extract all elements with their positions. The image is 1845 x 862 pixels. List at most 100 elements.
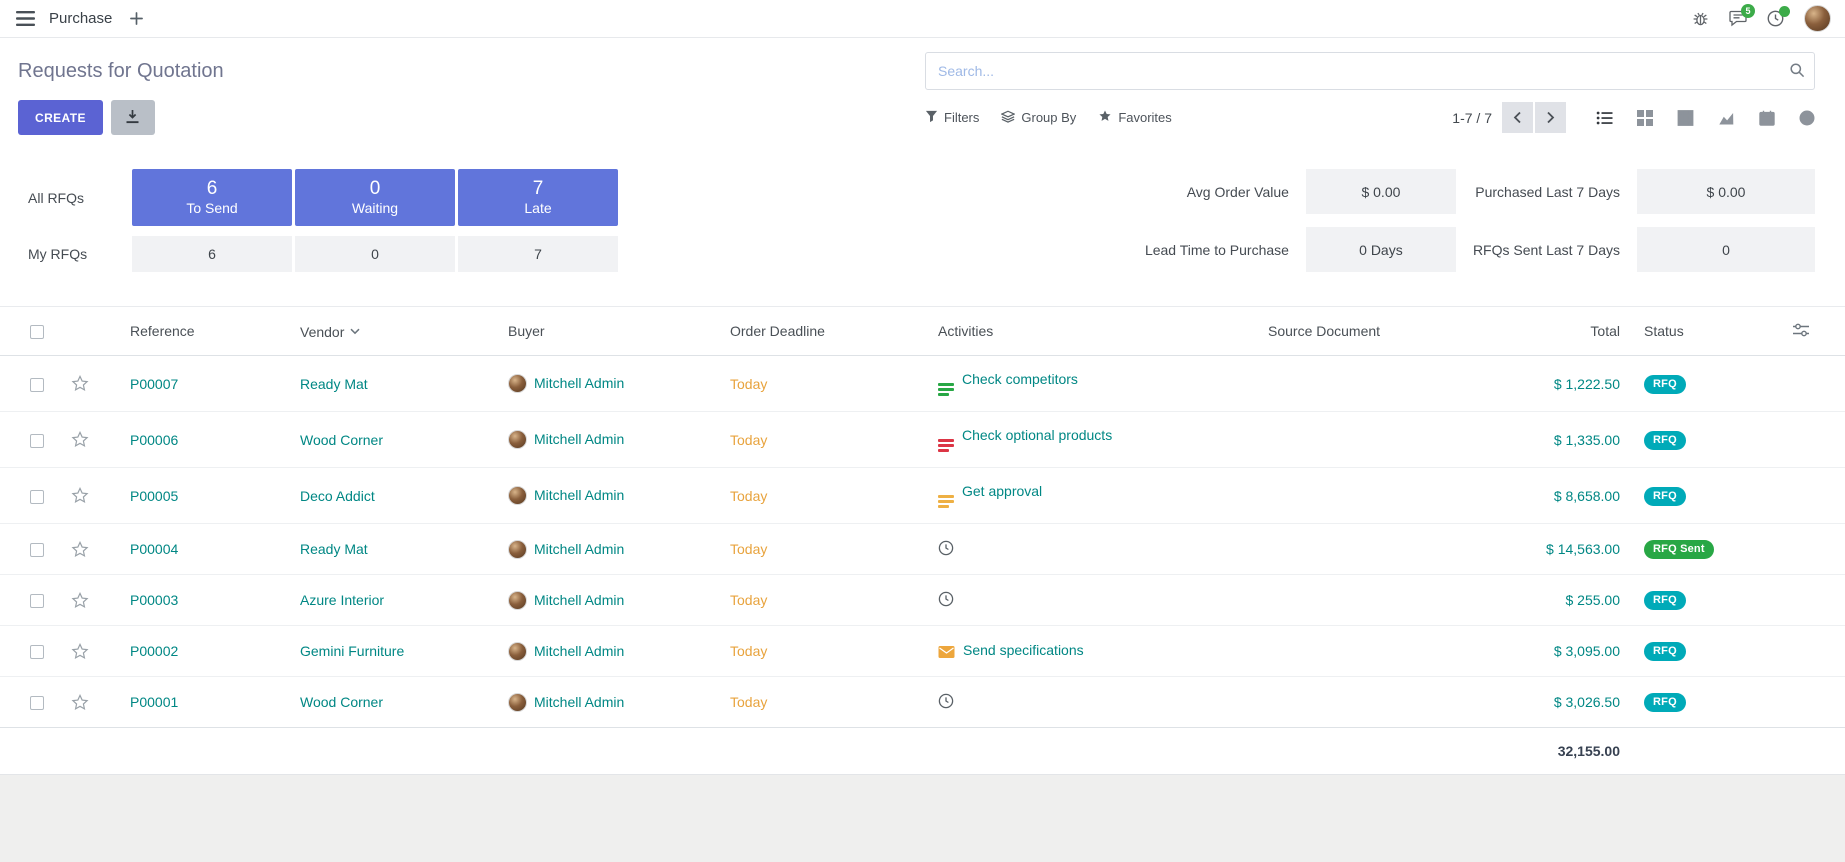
graph-view-icon[interactable] [1718,110,1735,126]
avg-order-value: $ 0.00 [1306,169,1456,214]
buyer-link[interactable]: Mitchell Admin [534,487,624,503]
pivot-view-icon[interactable] [1677,110,1694,126]
list-view-icon[interactable] [1596,110,1613,126]
vendor-link[interactable]: Wood Corner [300,694,383,710]
rfq-reference-link[interactable]: P00003 [130,592,178,608]
kpi-to-send[interactable]: 6 To Send [132,169,292,226]
row-checkbox[interactable] [30,594,44,608]
buyer-link[interactable]: Mitchell Admin [534,541,624,557]
activity-link[interactable]: Send specifications [963,642,1084,658]
my-waiting[interactable]: 0 [295,236,455,272]
vendor-link[interactable]: Azure Interior [300,592,384,608]
search-input[interactable] [925,52,1815,90]
status-badge: RFQ [1644,375,1686,394]
export-button[interactable] [111,100,155,135]
select-all-checkbox[interactable] [30,325,44,339]
schedule-activity-clock-icon[interactable] [938,594,954,610]
activity-link[interactable]: Check optional products [962,427,1112,443]
table-row[interactable]: P00001 Wood Corner Mitchell Admin Today … [0,677,1845,728]
column-header-source-document[interactable]: Source Document [1256,307,1470,356]
calendar-view-icon[interactable] [1759,110,1775,126]
column-header-buyer[interactable]: Buyer [496,307,718,356]
layers-icon [1001,110,1015,126]
buyer-link[interactable]: Mitchell Admin [534,592,624,608]
rfq-reference-link[interactable]: P00001 [130,694,178,710]
favorites-button[interactable]: Favorites [1098,109,1171,126]
view-switcher [1596,110,1815,126]
vendor-link[interactable]: Wood Corner [300,432,383,448]
column-header-order-deadline[interactable]: Order Deadline [718,307,926,356]
star-icon [1098,109,1112,126]
vendor-link[interactable]: Ready Mat [300,376,368,392]
my-late[interactable]: 7 [458,236,618,272]
vendor-link[interactable]: Ready Mat [300,541,368,557]
search-icon[interactable] [1789,62,1805,81]
favorite-star-icon[interactable] [70,591,90,610]
table-row[interactable]: P00005 Deco Addict Mitchell Admin Today … [0,468,1845,524]
activity-view-icon[interactable] [1799,110,1815,126]
kanban-view-icon[interactable] [1637,110,1653,126]
debug-bug-icon[interactable] [1692,10,1709,27]
column-header-total[interactable]: Total [1470,307,1632,356]
vendor-link[interactable]: Deco Addict [300,488,375,504]
pager-next-button[interactable] [1535,102,1566,133]
table-row[interactable]: P00003 Azure Interior Mitchell Admin Tod… [0,575,1845,626]
app-name[interactable]: Purchase [49,10,112,27]
activity-link[interactable]: Check competitors [962,371,1078,387]
rfq-reference-link[interactable]: P00007 [130,376,178,392]
activity-tasks-icon[interactable] [938,383,954,396]
rfq-reference-link[interactable]: P00006 [130,432,178,448]
buyer-link[interactable]: Mitchell Admin [534,643,624,659]
row-checkbox[interactable] [30,490,44,504]
group-by-button[interactable]: Group By [1001,110,1076,126]
user-menu[interactable] [1804,5,1831,32]
pager-previous-button[interactable] [1502,102,1533,133]
vendor-link[interactable]: Gemini Furniture [300,643,404,659]
activities-clock-icon[interactable] [1767,10,1784,27]
row-checkbox[interactable] [30,696,44,710]
row-checkbox[interactable] [30,543,44,557]
table-row[interactable]: P00004 Ready Mat Mitchell Admin Today $ … [0,524,1845,575]
optional-columns-header [1740,307,1845,356]
my-to-send[interactable]: 6 [132,236,292,272]
rfq-reference-link[interactable]: P00002 [130,643,178,659]
row-checkbox[interactable] [30,434,44,448]
buyer-link[interactable]: Mitchell Admin [534,694,624,710]
column-header-reference[interactable]: Reference [118,307,288,356]
kpi-late[interactable]: 7 Late [458,169,618,226]
total-amount: $ 14,563.00 [1546,541,1620,557]
rfq-reference-link[interactable]: P00005 [130,488,178,504]
activity-envelope-icon[interactable] [938,645,955,661]
table-row[interactable]: P00006 Wood Corner Mitchell Admin Today … [0,412,1845,468]
favorite-star-icon[interactable] [70,642,90,661]
schedule-activity-clock-icon[interactable] [938,543,954,559]
table-row[interactable]: P00002 Gemini Furniture Mitchell Admin T… [0,626,1845,677]
row-checkbox[interactable] [30,645,44,659]
activity-tasks-icon[interactable] [938,439,954,452]
kpi-waiting[interactable]: 0 Waiting [295,169,455,226]
optional-columns-icon[interactable] [1793,324,1809,340]
table-row[interactable]: P00007 Ready Mat Mitchell Admin Today Ch… [0,356,1845,412]
favorite-star-icon[interactable] [70,486,90,505]
favorite-star-icon[interactable] [70,430,90,449]
buyer-link[interactable]: Mitchell Admin [534,431,624,447]
order-deadline: Today [730,694,767,710]
messages-icon[interactable]: 5 [1729,10,1747,27]
funnel-icon [925,110,938,126]
buyer-link[interactable]: Mitchell Admin [534,375,624,391]
filters-button[interactable]: Filters [925,110,979,126]
plus-icon[interactable] [130,12,143,25]
apps-menu-icon[interactable] [16,11,35,26]
favorite-star-icon[interactable] [70,374,90,393]
activity-tasks-icon[interactable] [938,495,954,508]
create-button[interactable]: CREATE [18,100,103,135]
column-header-activities[interactable]: Activities [926,307,1256,356]
activity-link[interactable]: Get approval [962,483,1042,499]
favorite-star-icon[interactable] [70,693,90,712]
schedule-activity-clock-icon[interactable] [938,696,954,712]
column-header-status[interactable]: Status [1632,307,1740,356]
favorite-star-icon[interactable] [70,540,90,559]
column-header-vendor[interactable]: Vendor [288,307,496,356]
row-checkbox[interactable] [30,378,44,392]
rfq-reference-link[interactable]: P00004 [130,541,178,557]
